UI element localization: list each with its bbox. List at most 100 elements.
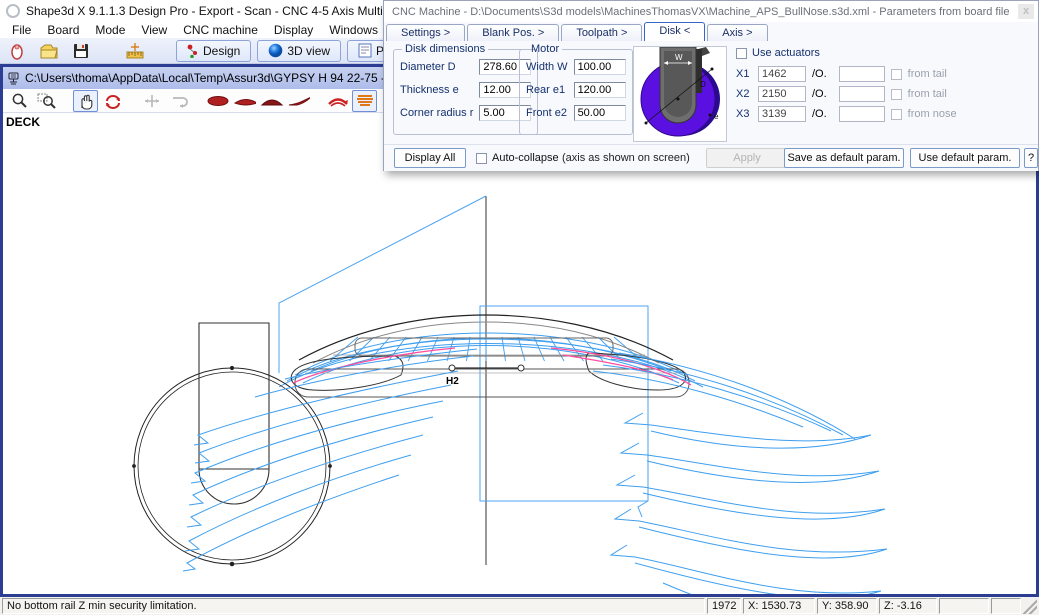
x2-input[interactable]: 2150: [758, 86, 806, 102]
front-e2-label: Front e2: [526, 107, 567, 119]
section-view-icon[interactable]: [259, 90, 284, 112]
pan-hand-icon[interactable]: [73, 90, 98, 112]
view-label: DECK: [6, 115, 40, 129]
motor-group: Motor Width W 100.00 Rear e1 120.00 Fron…: [519, 43, 633, 135]
tab-settings[interactable]: Settings >: [386, 24, 465, 41]
dialog-title: CNC Machine - D:\Documents\S3d models\Ma…: [392, 6, 1018, 18]
tab-disk[interactable]: Disk <: [644, 22, 705, 41]
shape3d-app: Shape3d X 9.1.1.3 Design Pro - Export - …: [0, 0, 1039, 615]
diagram-d-label: D: [700, 80, 706, 89]
x2-from-tail-label: from tail: [908, 88, 947, 100]
cnc-file-icon: [7, 72, 20, 85]
x3-offset-input[interactable]: [839, 106, 885, 122]
tab-axis[interactable]: Axis >: [707, 24, 767, 41]
status-message: No bottom rail Z min security limitation…: [2, 598, 705, 614]
status-x: X: 1530.73: [743, 598, 815, 614]
menu-board[interactable]: Board: [39, 22, 87, 38]
flip-horizontal-icon[interactable]: [139, 90, 164, 112]
x1-label: X1: [736, 68, 752, 80]
x3-label: X3: [736, 108, 752, 120]
open-folder-icon[interactable]: [36, 40, 62, 62]
outline-view-icon[interactable]: [205, 90, 230, 112]
slice-view-icon[interactable]: [286, 90, 311, 112]
dialog-footer: Display All Auto-collapse (axis as shown…: [384, 144, 1038, 171]
front-e2-input[interactable]: 50.00: [574, 105, 626, 121]
3d-view-button[interactable]: 3D view: [257, 40, 341, 62]
tab-blank-pos[interactable]: Blank Pos. >: [467, 24, 559, 41]
x1-from-tail-label: from tail: [908, 68, 947, 80]
design-button[interactable]: Design: [176, 40, 251, 62]
drawing-canvas[interactable]: DECK: [3, 113, 1036, 594]
width-label: Width W: [526, 61, 568, 73]
new-board-icon[interactable]: [4, 40, 30, 62]
rail-pink-paths: [293, 348, 691, 385]
design-button-label: Design: [203, 44, 240, 58]
toolpath-layers-icon[interactable]: [352, 90, 377, 112]
x3-input[interactable]: 3139: [758, 106, 806, 122]
zoom-window-icon[interactable]: [34, 90, 59, 112]
menu-windows[interactable]: Windows: [321, 22, 386, 38]
save-default-button[interactable]: Save as default param.: [784, 148, 904, 168]
menu-display[interactable]: Display: [266, 22, 321, 38]
rotate-view-icon[interactable]: [100, 90, 125, 112]
actuators-panel: Use actuators X1 1462 /O. from tail X2 2…: [736, 45, 957, 126]
use-actuators-checkbox[interactable]: [736, 48, 747, 59]
diagram-w-label: W: [675, 53, 683, 62]
save-icon[interactable]: [68, 40, 94, 62]
sphere-icon: [268, 43, 283, 58]
rear-e1-input[interactable]: 120.00: [574, 82, 626, 98]
3d-view-button-label: 3D view: [287, 44, 330, 58]
use-actuators-label: Use actuators: [752, 47, 820, 59]
dialog-titlebar[interactable]: CNC Machine - D:\Documents\S3d models\Ma…: [384, 1, 1038, 22]
x1-offset-input[interactable]: [839, 66, 885, 82]
x2-label: X2: [736, 88, 752, 100]
status-spare-2: [991, 598, 1021, 614]
flip-vertical-icon[interactable]: [166, 90, 191, 112]
x3-from-nose-checkbox[interactable]: [891, 109, 902, 120]
corner-radius-label: Corner radius r: [400, 107, 473, 119]
x1-from-tail-checkbox[interactable]: [891, 69, 902, 80]
cnc-machine-dialog: CNC Machine - D:\Documents\S3d models\Ma…: [383, 0, 1039, 171]
zoom-in-icon[interactable]: [7, 90, 32, 112]
menu-file[interactable]: File: [4, 22, 39, 38]
width-input[interactable]: 100.00: [574, 59, 626, 75]
menu-view[interactable]: View: [133, 22, 175, 38]
diameter-label: Diameter D: [400, 61, 456, 73]
h2-dimension: H2: [446, 365, 524, 387]
right-toolpath-fan: [593, 353, 887, 594]
rotate-board-icon[interactable]: [325, 90, 350, 112]
menu-cnc-machine[interactable]: CNC machine: [175, 22, 266, 38]
disk-dimensions-title: Disk dimensions: [402, 43, 488, 55]
axis-note: (axis as shown on screen): [562, 152, 690, 164]
x2-offset-input[interactable]: [839, 86, 885, 102]
cutter-disk: [133, 323, 332, 566]
x3-o-label: /O.: [812, 108, 827, 120]
menu-mode[interactable]: Mode: [87, 22, 133, 38]
help-button[interactable]: ?: [1024, 148, 1038, 168]
x1-input[interactable]: 1462: [758, 66, 806, 82]
auto-collapse-checkbox[interactable]: [476, 153, 487, 164]
profile-view-icon[interactable]: [232, 90, 257, 112]
motor-title: Motor: [528, 43, 562, 55]
x2-o-label: /O.: [812, 88, 827, 100]
thickness-label: Thickness e: [400, 84, 459, 96]
status-spare-1: [939, 598, 989, 614]
close-icon[interactable]: x: [1018, 4, 1034, 19]
measure-icon[interactable]: [122, 40, 148, 62]
status-y: Y: 358.90: [817, 598, 877, 614]
dialog-tabs: Settings > Blank Pos. > Toolpath > Disk …: [386, 22, 770, 41]
resize-grip[interactable]: [1023, 598, 1037, 614]
status-count: 1972: [707, 598, 741, 614]
deck-toolpath-sweeps: [279, 333, 703, 387]
x2-from-tail-checkbox[interactable]: [891, 89, 902, 100]
disk-dimensions-group: Disk dimensions Diameter D 278.60 Thickn…: [393, 43, 538, 135]
status-z: Z: -3.16: [879, 598, 937, 614]
rear-e1-label: Rear e1: [526, 84, 565, 96]
use-default-button[interactable]: Use default param.: [910, 148, 1020, 168]
display-all-button[interactable]: Display All: [394, 148, 466, 168]
x1-o-label: /O.: [812, 68, 827, 80]
apply-button[interactable]: Apply: [706, 148, 788, 168]
board-drawing: H2: [3, 113, 1036, 594]
tab-toolpath[interactable]: Toolpath >: [561, 24, 642, 41]
disk-tab-panel: Disk dimensions Diameter D 278.60 Thickn…: [384, 41, 1038, 144]
